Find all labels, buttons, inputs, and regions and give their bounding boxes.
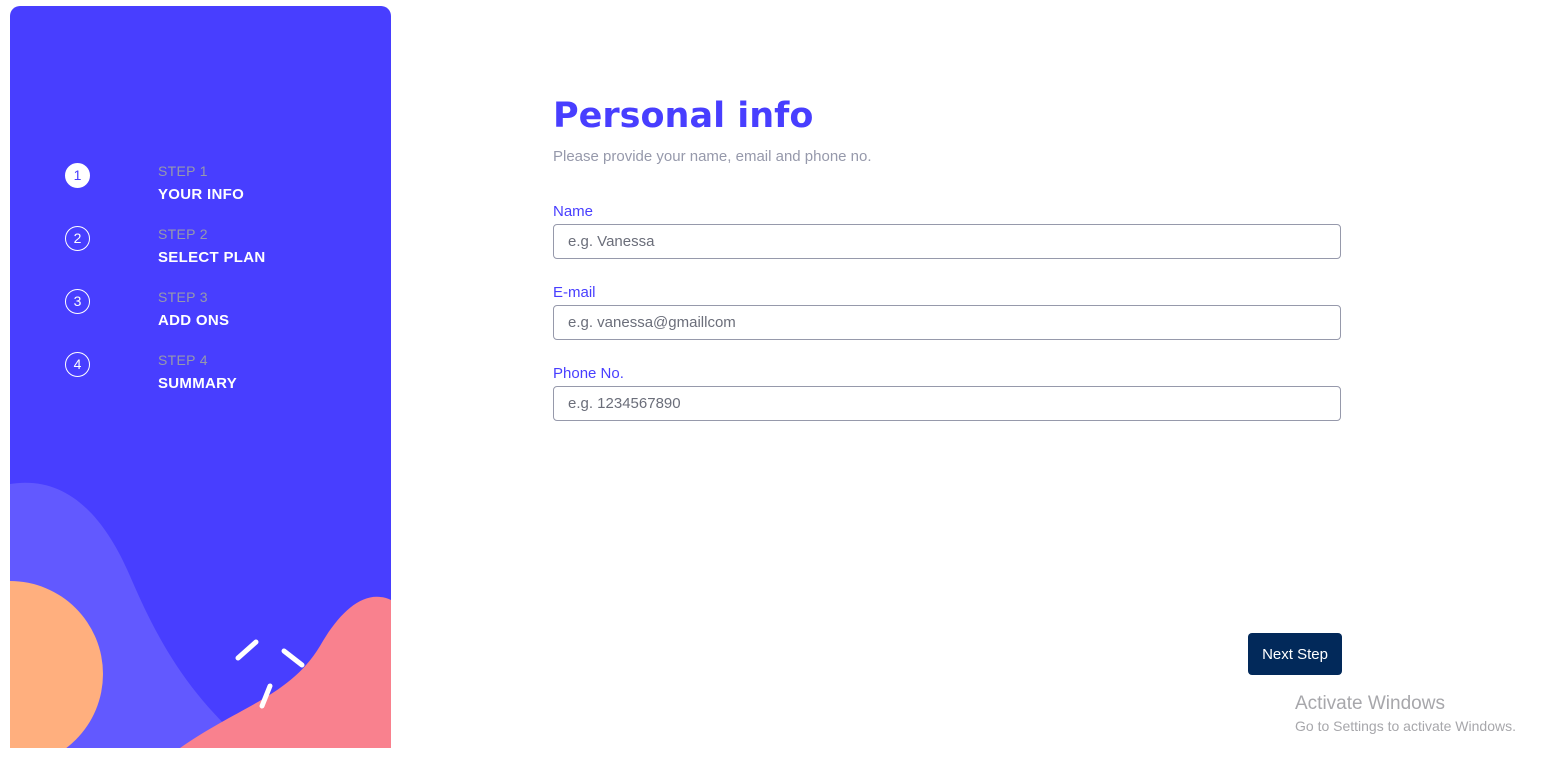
email-field-label: E-mail bbox=[553, 284, 596, 301]
email-input[interactable] bbox=[553, 305, 1341, 340]
page-subtitle: Please provide your name, email and phon… bbox=[553, 148, 872, 165]
step-number-circle: 2 bbox=[65, 226, 90, 251]
watermark-title: Activate Windows bbox=[1295, 693, 1445, 714]
page-title: Personal info bbox=[553, 96, 814, 136]
sidebar: 1 STEP 1 YOUR INFO 2 STEP 2 SELECT PLAN … bbox=[10, 6, 391, 748]
dash-shape-2 bbox=[281, 648, 305, 668]
step-number-circle: 3 bbox=[65, 289, 90, 314]
step-caption: STEP 4 bbox=[158, 352, 208, 368]
step-item-summary[interactable]: 4 STEP 4 SUMMARY bbox=[65, 352, 365, 402]
multi-step-form-page: 1 STEP 1 YOUR INFO 2 STEP 2 SELECT PLAN … bbox=[0, 0, 1543, 773]
name-input[interactable] bbox=[553, 224, 1341, 259]
form-panel: Personal info Please provide your name, … bbox=[553, 0, 1353, 773]
step-caption: STEP 1 bbox=[158, 163, 208, 179]
step-title: SELECT PLAN bbox=[158, 249, 266, 266]
dash-shape-1 bbox=[235, 639, 259, 661]
name-field-label: Name bbox=[553, 203, 594, 220]
step-number-circle: 1 bbox=[65, 163, 90, 188]
step-item-add-ons[interactable]: 3 STEP 3 ADD ONS bbox=[65, 289, 365, 339]
step-number-circle: 4 bbox=[65, 352, 90, 377]
phone-input[interactable] bbox=[553, 386, 1341, 421]
activate-windows-watermark: Activate Windows Go to Settings to activ… bbox=[1295, 692, 1516, 736]
watermark-subtitle: Go to Settings to activate Windows. bbox=[1295, 718, 1516, 734]
step-caption: STEP 2 bbox=[158, 226, 208, 242]
step-item-your-info[interactable]: 1 STEP 1 YOUR INFO bbox=[65, 163, 365, 213]
step-title: ADD ONS bbox=[158, 312, 230, 329]
phone-field-label: Phone No. bbox=[553, 365, 624, 382]
step-title: SUMMARY bbox=[158, 375, 238, 392]
step-title: YOUR INFO bbox=[158, 186, 245, 203]
step-caption: STEP 3 bbox=[158, 289, 208, 305]
next-step-button[interactable]: Next Step bbox=[1248, 633, 1342, 675]
step-item-select-plan[interactable]: 2 STEP 2 SELECT PLAN bbox=[65, 226, 365, 276]
